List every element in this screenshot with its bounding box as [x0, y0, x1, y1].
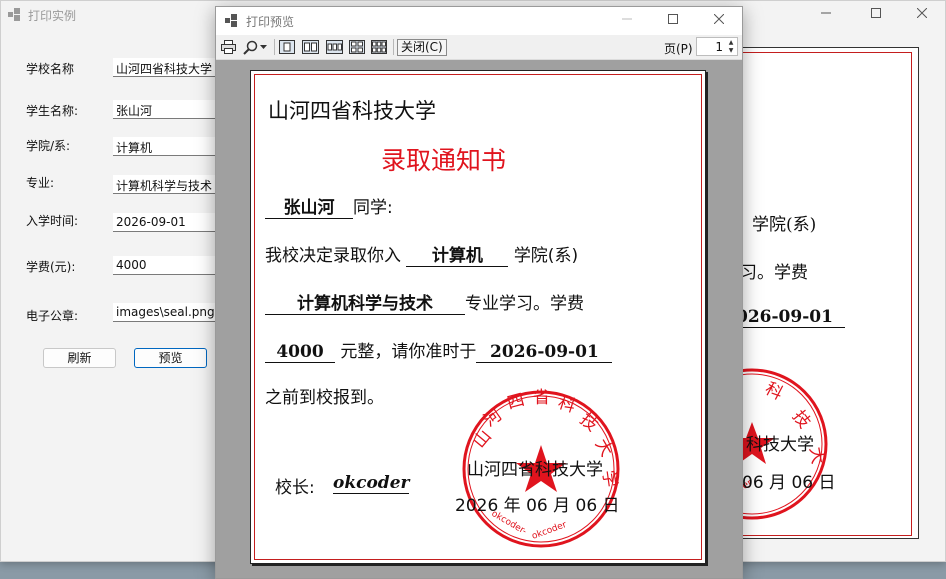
bg-sign-school: 科技大学 — [746, 435, 814, 455]
svg-text:技: 技 — [788, 407, 814, 433]
certificate-line4-mid: 元整，请你准时于 — [340, 342, 477, 362]
certificate-major: 计算机科学与技术 — [265, 289, 465, 315]
svg-text:科: 科 — [762, 379, 786, 405]
signature-school: 山河四省科技大学 — [467, 460, 603, 480]
certificate-fee: 4000 — [265, 342, 335, 363]
minimize-icon — [622, 18, 632, 20]
close-icon — [916, 7, 928, 19]
two-page-button[interactable] — [300, 38, 320, 56]
close-button[interactable] — [899, 1, 945, 29]
certificate-college: 计算机 — [406, 241, 509, 267]
preview-close-button[interactable] — [696, 7, 742, 35]
svg-text:技: 技 — [576, 410, 602, 436]
four-page-button[interactable] — [348, 38, 366, 56]
preview-toolbar: 关闭(C) 页(P) 1 ▲ ▼ — [216, 35, 742, 60]
six-page-button[interactable] — [370, 38, 388, 56]
page-number-value: 1 — [715, 40, 723, 54]
close-preview-button[interactable]: 关闭(C) — [397, 39, 447, 56]
spin-down-icon[interactable]: ▼ — [726, 47, 736, 55]
chevron-down-icon — [260, 44, 267, 49]
print-button[interactable] — [219, 38, 237, 56]
app-icon — [225, 14, 237, 27]
refresh-button[interactable]: 刷新 — [43, 348, 116, 368]
certificate-greeting: 同学: — [353, 198, 393, 218]
bg-fee-line: 习。学费 — [741, 263, 808, 283]
three-page-button[interactable] — [324, 38, 344, 56]
preview-maximize-button[interactable] — [650, 7, 696, 35]
certificate-date: 2026-09-01 — [476, 342, 613, 363]
one-page-icon — [279, 40, 295, 54]
four-page-icon — [349, 40, 365, 54]
preview-window-title: 打印预览 — [246, 15, 295, 29]
seal-label: 电子公章: — [26, 309, 79, 323]
student-name-label: 学生名称: — [26, 104, 79, 118]
certificate-line2-suffix: 学院(系) — [513, 246, 579, 266]
enrollment-date-label: 入学时间: — [26, 214, 79, 228]
major-label: 专业: — [26, 176, 55, 190]
preview-titlebar[interactable]: 打印预览 — [216, 7, 742, 35]
maximize-icon — [871, 8, 881, 18]
magnifier-icon — [243, 40, 258, 55]
three-page-icon — [325, 40, 343, 54]
toolbar-separator — [274, 39, 275, 55]
certificate-line-college: 我校决定录取你入 计算机 学院(系) — [265, 241, 578, 267]
svg-text:河: 河 — [480, 405, 505, 431]
one-page-button[interactable] — [278, 38, 296, 56]
preview-page: 山河四省科技大学 录取通知书 张山河 同学: 我校决定录取你入 计算机 学院(系)… — [250, 70, 706, 564]
school-name-label: 学校名称 — [26, 62, 75, 76]
background-certificate: 学院(系) 习。学费 026-09-01 科 技 大 r-okcoder 科技大… — [741, 47, 919, 539]
six-page-icon — [371, 40, 387, 54]
bg-date: 026-09-01 — [742, 307, 845, 328]
maximize-button[interactable] — [853, 1, 899, 29]
printer-icon — [220, 40, 236, 54]
spin-up-icon[interactable]: ▲ — [726, 39, 736, 47]
certificate-greeting-line: 张山河 同学: — [265, 193, 393, 219]
close-icon — [713, 13, 725, 25]
minimize-icon — [821, 12, 831, 14]
page-number-spinner[interactable]: 1 ▲ ▼ — [696, 37, 738, 56]
toolbar-separator — [393, 39, 394, 55]
bg-sign-date: 06 月 06 日 — [742, 473, 836, 493]
tuition-label: 学费(元): — [26, 260, 76, 274]
preview-button[interactable]: 预览 — [134, 348, 207, 368]
certificate-line2-prefix: 我校决定录取你入 — [265, 246, 401, 266]
two-page-icon — [301, 40, 319, 54]
minimize-button[interactable] — [803, 1, 849, 29]
main-window-title: 打印实例 — [28, 9, 77, 23]
principal-label: 校长: — [275, 478, 315, 498]
certificate-student-name: 张山河 — [265, 193, 353, 219]
certificate-school-name: 山河四省科技大学 — [268, 99, 436, 123]
preview-minimize-button[interactable] — [604, 7, 650, 35]
zoom-button[interactable] — [239, 38, 271, 56]
print-preview-window: 打印预览 关闭(C) 页(P) 1 ▲ ▼ 山河四省科技大学 录取通知书 张山河… — [215, 6, 743, 579]
bg-college-suffix: 学院(系) — [752, 215, 817, 235]
certificate-line-major: 计算机科学与技术 专业学习。学费 — [265, 289, 584, 315]
certificate-line-fee: 4000 元整，请你准时于 2026-09-01 — [265, 337, 613, 363]
app-icon — [8, 8, 20, 21]
principal-signature: okcoder — [333, 473, 410, 494]
svg-text:省: 省 — [533, 388, 550, 408]
certificate-line3-suffix: 专业学习。学费 — [465, 294, 584, 314]
svg-text:科: 科 — [555, 393, 577, 417]
maximize-icon — [668, 14, 678, 24]
certificate-heading: 录取通知书 — [381, 146, 507, 175]
signature-date: 2026 年 06 月 06 日 — [455, 496, 620, 516]
college-label: 学院/系: — [26, 139, 71, 153]
page-label: 页(P) — [664, 42, 693, 56]
certificate-line-report: 之前到校报到。 — [265, 388, 384, 408]
